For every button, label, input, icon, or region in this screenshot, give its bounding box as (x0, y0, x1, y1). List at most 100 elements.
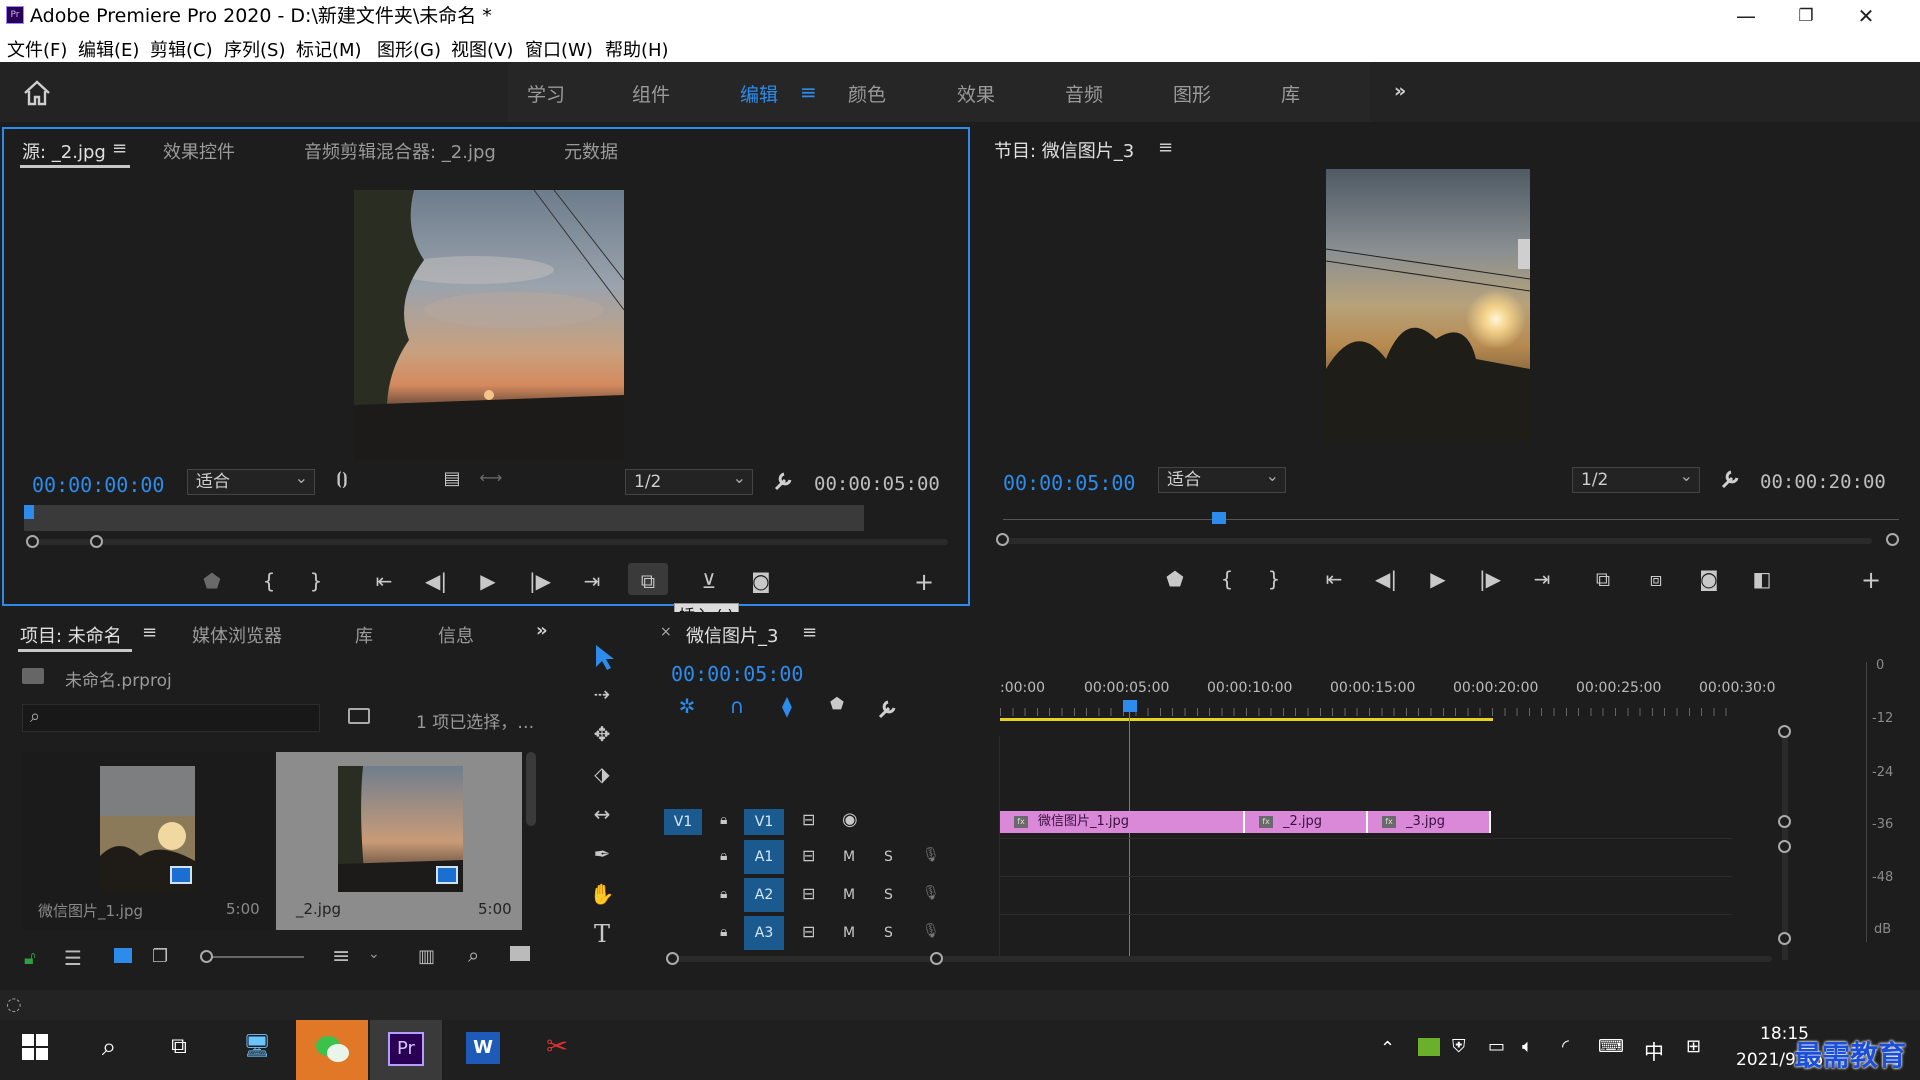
step-forward-icon[interactable]: |▶ (525, 569, 555, 593)
source-zoom-handle-left[interactable] (26, 535, 39, 548)
mark-in-icon[interactable]: { (254, 569, 284, 593)
project-scrollbar[interactable] (526, 752, 536, 826)
audio-scroll-handle-bottom[interactable] (1778, 932, 1791, 945)
lock-icon[interactable]: 🔓︎ (24, 948, 36, 969)
source-fit-dropdown[interactable]: 适合 (187, 466, 315, 495)
source-resolution-dropdown[interactable]: 1/2 (625, 466, 753, 495)
menu-sequence[interactable]: 序列(S) (224, 36, 285, 62)
selection-tool-icon[interactable] (590, 642, 620, 672)
a1-voiceover-icon[interactable]: 🎙︎ (922, 847, 940, 863)
program-go-to-in-icon[interactable]: ⇤ (1319, 567, 1349, 591)
razor-tool-icon[interactable]: ⬗ (587, 762, 617, 786)
timeline-menu-icon[interactable]: ≡ (802, 622, 817, 643)
timeline-timecode[interactable]: 00:00:05:00 (671, 662, 803, 686)
work-area-bar[interactable] (1000, 718, 1493, 721)
play-icon[interactable]: ▶ (473, 569, 503, 593)
program-go-to-out-icon[interactable]: ⇥ (1527, 567, 1557, 591)
ws-tab-learn[interactable]: 学习 (527, 80, 565, 107)
icon-view-icon[interactable] (114, 948, 132, 963)
close-icon[interactable]: ✕ (1836, 0, 1896, 32)
menu-markers[interactable]: 标记(M) (296, 36, 362, 62)
program-add-marker-icon[interactable]: ⬟ (1160, 567, 1190, 591)
tab-source[interactable]: 源: _2.jpg (22, 138, 106, 164)
a3-target[interactable]: A3 (744, 916, 784, 950)
program-step-forward-icon[interactable]: |▶ (1475, 567, 1505, 591)
timeline-zoom-handle-right[interactable] (930, 952, 943, 965)
timeline-zoom-handle-left[interactable] (666, 952, 679, 965)
a2-target[interactable]: A2 (744, 878, 784, 912)
program-playhead[interactable] (1212, 512, 1226, 524)
ws-tab-libraries[interactable]: 库 (1281, 80, 1300, 107)
project-item-2[interactable]: _2.jpg 5:00 (276, 752, 522, 930)
project-item-1[interactable]: 微信图片_1.jpg 5:00 (22, 752, 274, 930)
slip-tool-icon[interactable]: ↔ (587, 802, 617, 826)
snap-icon[interactable]: ∩ (722, 694, 752, 718)
a2-sync-lock-icon[interactable]: ⊟ (802, 884, 815, 903)
overwrite-icon[interactable]: ⊻ (694, 569, 724, 593)
source-panel-menu-icon[interactable]: ≡ (112, 138, 127, 159)
menu-window[interactable]: 窗口(W) (525, 36, 593, 62)
wechat-taskbar-button[interactable] (296, 1020, 368, 1080)
timeline-zoom-bar[interactable] (672, 956, 1772, 962)
track-select-tool-icon[interactable]: ⇢ (587, 682, 617, 706)
find-icon[interactable]: ⌕ (468, 943, 479, 967)
ws-tab-graphics[interactable]: 图形 (1173, 80, 1211, 107)
search-taskbar-icon[interactable]: ⌕ (80, 1020, 138, 1080)
menu-edit[interactable]: 编辑(E) (78, 36, 139, 62)
timeline-playhead-handle[interactable] (1123, 700, 1137, 712)
thumbnail-size-handle[interactable] (200, 950, 213, 963)
program-time-ruler[interactable] (1003, 519, 1899, 520)
a1-solo[interactable]: S (884, 849, 893, 865)
a3-lock-icon[interactable]: 🔒︎ (720, 924, 727, 940)
ws-tab-assembly[interactable]: 组件 (632, 80, 670, 107)
ws-tab-editing[interactable]: 编辑 (740, 80, 778, 107)
drag-video-icon[interactable]: ▤ (437, 468, 467, 489)
sort-icons-icon[interactable]: ≡ (332, 944, 350, 969)
program-mark-in-icon[interactable]: { (1212, 567, 1242, 591)
a3-solo[interactable]: S (884, 925, 893, 941)
tab-media-browser[interactable]: 媒体浏览器 (192, 622, 282, 648)
volume-icon[interactable]: 🔈︎ (1522, 1036, 1533, 1057)
a3-mute[interactable]: M (843, 925, 855, 941)
timeline-marker-icon[interactable]: ⬟ (822, 694, 852, 713)
add-marker-icon[interactable]: ⬟ (197, 569, 227, 593)
keyboard-icon[interactable]: ⌨ (1598, 1036, 1624, 1057)
ime-mode-icon[interactable]: ⊞ (1686, 1036, 1701, 1057)
program-panel-menu-icon[interactable]: ≡ (1158, 137, 1173, 158)
go-to-in-icon[interactable]: ⇤ (369, 569, 399, 593)
close-sequence-icon[interactable]: × (660, 624, 672, 640)
tab-libraries[interactable]: 库 (355, 622, 373, 648)
drag-audio-icon[interactable]: ⟷ (476, 468, 506, 487)
program-wrench-icon[interactable] (1719, 468, 1741, 490)
source-scrub-bar[interactable] (24, 505, 864, 531)
lift-icon[interactable]: ⧉ (1588, 567, 1618, 591)
list-view-icon[interactable]: ☰ (64, 946, 82, 970)
export-frame-icon[interactable]: ◙ (746, 569, 776, 593)
compare-view-icon[interactable]: ◧ (1747, 567, 1777, 591)
task-view-icon[interactable]: ⧉ (150, 1020, 208, 1080)
mark-out-icon[interactable]: } (301, 569, 331, 593)
program-resolution-dropdown[interactable]: 1/2 (1572, 464, 1700, 493)
project-search-input[interactable] (22, 704, 320, 732)
ws-tab-audio[interactable]: 音频 (1065, 80, 1103, 107)
hand-tool-icon[interactable]: ✋ (587, 882, 617, 906)
menu-help[interactable]: 帮助(H) (605, 36, 669, 62)
freeform-view-icon[interactable]: ❐ (152, 946, 168, 967)
program-title[interactable]: 节目: 微信图片_3 (994, 137, 1134, 163)
pen-tool-icon[interactable]: ✒ (587, 842, 617, 866)
program-zoom-handle-left[interactable] (996, 533, 1009, 546)
source-zoom-handle-right[interactable] (90, 535, 103, 548)
tab-audio-clip-mixer[interactable]: 音频剪辑混合器: _2.jpg (304, 138, 496, 164)
this-pc-icon[interactable]: 🖥︎ (228, 1020, 286, 1080)
a2-voiceover-icon[interactable]: 🎙︎ (922, 885, 940, 901)
program-export-frame-icon[interactable]: ◙ (1694, 567, 1724, 591)
program-zoom-handle-right[interactable] (1886, 533, 1899, 546)
program-mark-out-icon[interactable]: } (1259, 567, 1289, 591)
source-zoom-bar[interactable] (26, 539, 948, 545)
program-timecode[interactable]: 00:00:05:00 (1003, 471, 1135, 495)
ripple-edit-tool-icon[interactable]: ✥ (587, 722, 617, 746)
ws-tab-effects[interactable]: 效果 (957, 80, 995, 107)
snipping-tool-icon[interactable]: ✂ (528, 1020, 586, 1080)
v1-target[interactable]: V1 (744, 809, 784, 835)
safe-margins-icon[interactable]: ⦗⦘ (327, 469, 357, 489)
